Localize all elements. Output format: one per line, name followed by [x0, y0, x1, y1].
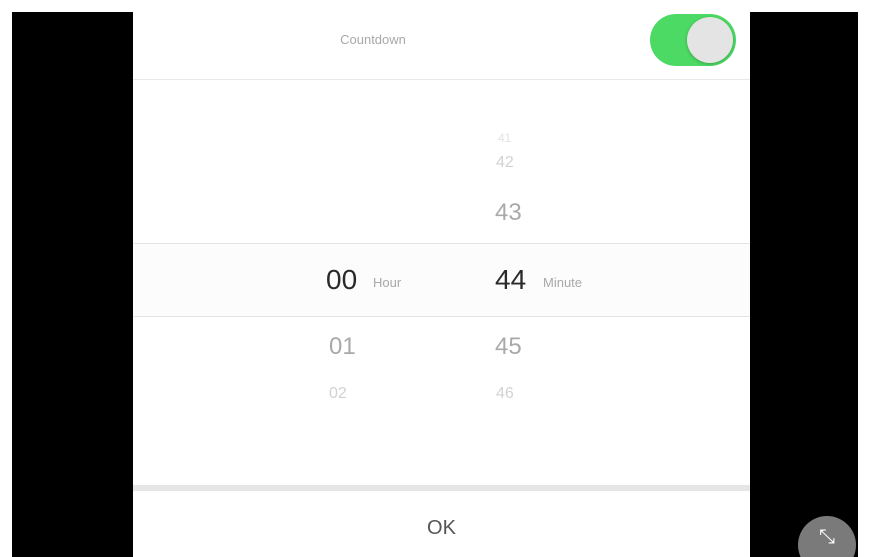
time-picker[interactable]: 00 Hour 01 02 41 42 43 44 Minute 45 46: [133, 80, 750, 485]
countdown-dialog: Countdown 00 Hour 01 02 41 42 43 44 Minu…: [133, 0, 750, 557]
minute-unit-label: Minute: [543, 275, 583, 290]
minute-option[interactable]: 43: [495, 201, 522, 225]
ok-button-label: OK: [427, 516, 456, 539]
minute-option[interactable]: 45: [495, 335, 522, 359]
selection-band: [133, 243, 750, 317]
screen: Countdown 00 Hour 01 02 41 42 43 44 Minu…: [0, 0, 870, 557]
minute-option[interactable]: 46: [496, 386, 514, 402]
minute-selected[interactable]: 44: [495, 266, 526, 294]
hour-option[interactable]: 01: [329, 335, 356, 359]
toggle-knob[interactable]: [687, 17, 733, 63]
countdown-toggle[interactable]: [650, 14, 736, 66]
ok-button[interactable]: OK: [133, 491, 750, 557]
right-letterbox: [750, 12, 858, 557]
hour-selected[interactable]: 00: [326, 266, 357, 294]
hour-option[interactable]: 02: [329, 386, 347, 402]
minute-option[interactable]: 42: [496, 155, 514, 171]
minute-option[interactable]: 41: [498, 132, 511, 144]
dialog-header: Countdown: [133, 0, 750, 80]
left-letterbox: [12, 12, 133, 557]
dialog-title: Countdown: [340, 32, 406, 47]
hour-unit-label: Hour: [373, 275, 402, 290]
